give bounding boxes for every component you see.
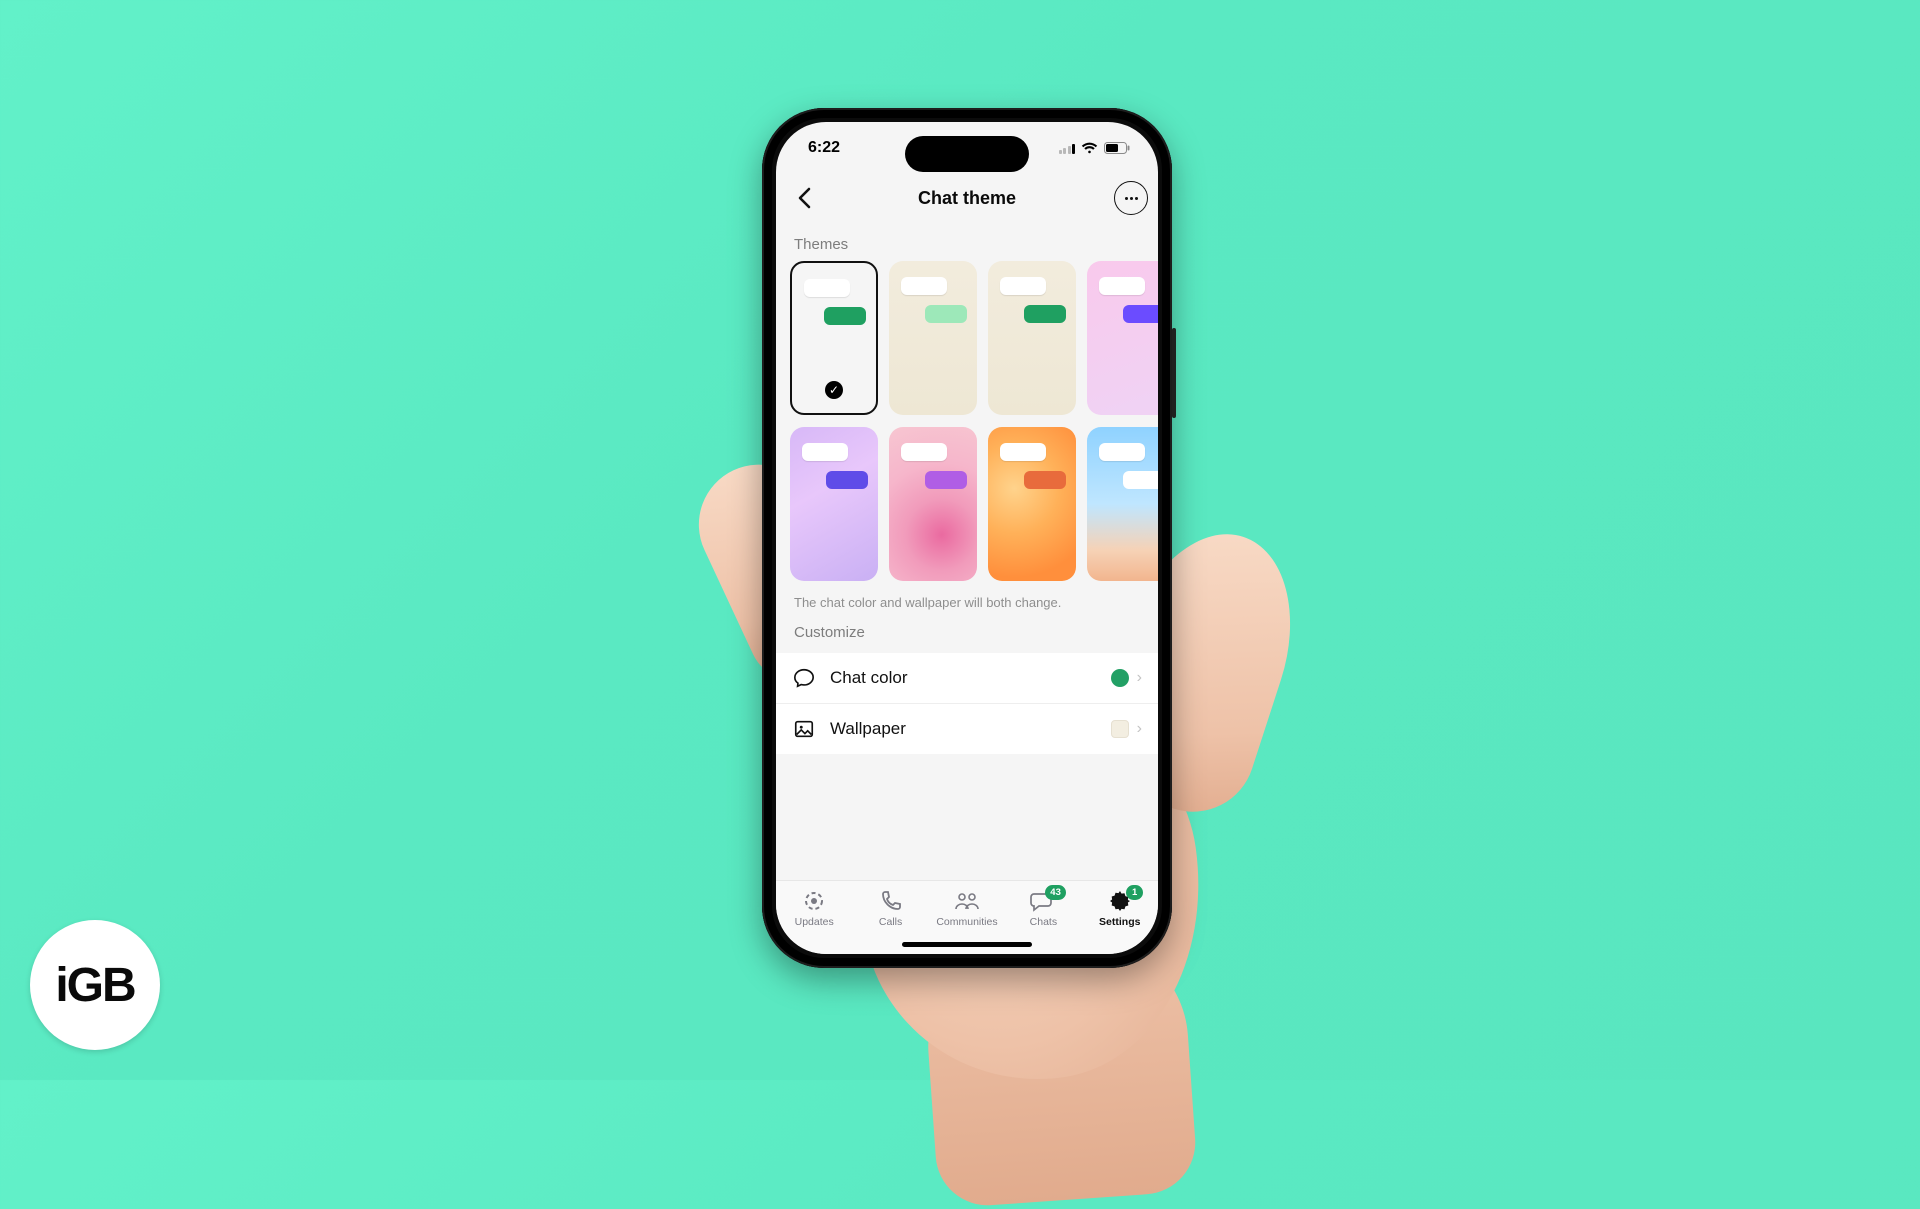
updates-icon [802,889,826,913]
tab-calls-label: Calls [879,916,902,928]
incoming-bubble-preview [802,443,848,461]
page-title: Chat theme [918,188,1016,209]
outgoing-bubble-preview [826,471,868,489]
theme-grid[interactable]: ✓ [776,261,1158,581]
tab-chats-label: Chats [1030,916,1057,928]
themes-help-text: The chat color and wallpaper will both c… [776,581,1158,614]
back-button[interactable] [786,180,822,216]
battery-icon [1104,142,1130,154]
home-indicator [902,942,1032,947]
cellular-icon [1059,142,1076,154]
tab-updates[interactable]: Updates [779,889,849,928]
outgoing-bubble-preview [1123,305,1158,323]
theme-card[interactable]: ✓ [790,261,878,415]
chevron-right-icon: › [1137,720,1142,738]
chevron-left-icon [797,187,811,209]
iphone-frame: 6:22 Chat theme [762,108,1172,968]
theme-card[interactable] [1087,427,1158,581]
tab-calls[interactable]: Calls [856,889,926,928]
themes-section-label: Themes [776,226,1158,261]
image-icon [792,718,816,740]
theme-card[interactable] [889,261,977,415]
incoming-bubble-preview [1099,443,1145,461]
wallpaper-swatch [1111,720,1129,738]
chat-color-label: Chat color [830,668,1097,688]
outgoing-bubble-preview [824,307,866,325]
outgoing-bubble-preview [1123,471,1158,489]
settings-badge: 1 [1126,885,1142,900]
incoming-bubble-preview [1099,277,1145,295]
phone-icon [879,889,903,913]
theme-card[interactable] [1087,261,1158,415]
customize-list: Chat color › Wallpaper › [776,653,1158,754]
tab-bar: Updates Calls Communities 43 Chats [776,880,1158,954]
status-time: 6:22 [808,139,840,157]
chats-badge: 43 [1045,885,1067,900]
theme-card[interactable] [988,261,1076,415]
wallpaper-row[interactable]: Wallpaper › [776,704,1158,754]
outgoing-bubble-preview [1024,471,1066,489]
screen: 6:22 Chat theme [776,122,1158,954]
dynamic-island [905,136,1029,172]
incoming-bubble-preview [1000,443,1046,461]
tab-communities[interactable]: Communities [932,889,1002,928]
outgoing-bubble-preview [925,471,967,489]
tab-settings-label: Settings [1099,916,1140,928]
wallpaper-label: Wallpaper [830,719,1097,739]
chat-bubble-icon [792,667,816,689]
navbar: Chat theme [776,174,1158,222]
theme-card[interactable] [988,427,1076,581]
incoming-bubble-preview [901,443,947,461]
outgoing-bubble-preview [925,305,967,323]
theme-card[interactable] [889,427,977,581]
outgoing-bubble-preview [1024,305,1066,323]
igb-watermark: iGB [30,920,160,1050]
incoming-bubble-preview [1000,277,1046,295]
more-icon [1125,197,1128,200]
chat-color-row[interactable]: Chat color › [776,653,1158,704]
incoming-bubble-preview [804,279,850,297]
theme-card[interactable] [790,427,878,581]
more-button[interactable] [1114,181,1148,215]
checkmark-icon: ✓ [825,381,843,399]
customize-section-label: Customize [776,614,1158,649]
content: Themes ✓ The chat color and wallpaper wi… [776,222,1158,880]
chat-color-swatch [1111,669,1129,687]
communities-icon [954,889,980,913]
tab-settings[interactable]: 1 Settings [1085,889,1155,928]
tab-updates-label: Updates [795,916,834,928]
chevron-right-icon: › [1137,669,1142,687]
incoming-bubble-preview [901,277,947,295]
tab-chats[interactable]: 43 Chats [1008,889,1078,928]
igb-watermark-text: iGB [55,958,134,1013]
wifi-icon [1081,142,1098,154]
tab-communities-label: Communities [936,916,997,928]
